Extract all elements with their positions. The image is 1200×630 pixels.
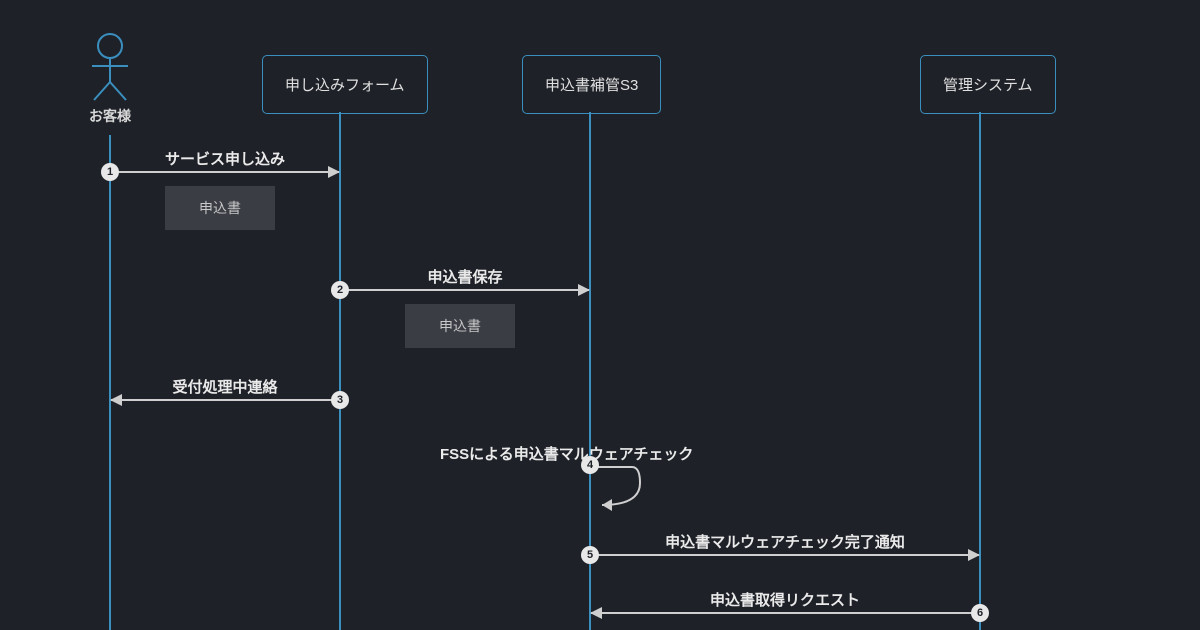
participant-s3: 申込書補管S3: [522, 55, 661, 114]
actor-customer: お客様: [88, 32, 132, 126]
lifeline-form: [339, 112, 341, 630]
message-arrow: [341, 289, 589, 291]
message-arrow: [111, 399, 339, 401]
message-note: 申込書: [405, 304, 515, 348]
message-label: サービス申し込み: [161, 148, 289, 169]
arrow-head-icon: [578, 284, 590, 296]
seq-badge: 6: [971, 604, 989, 622]
seq-badge: 3: [331, 391, 349, 409]
actor-icon: [88, 32, 132, 102]
participant-form: 申し込みフォーム: [262, 55, 428, 114]
arrow-head-icon: [328, 166, 340, 178]
lifeline-customer: [109, 135, 111, 630]
sequence-diagram: お客様 申し込みフォーム 申込書補管S3 管理システム 1 サービス申し込み申込書…: [0, 0, 1200, 630]
message-note: 申込書: [165, 186, 275, 230]
message-label: FSSによる申込書マルウェアチェック: [440, 443, 693, 464]
message-arrow: [111, 171, 339, 173]
message-label: 申込書取得リクエスト: [705, 589, 865, 610]
seq-badge: 4: [581, 456, 599, 474]
seq-badge: 2: [331, 281, 349, 299]
message-arrow: [591, 612, 979, 614]
participant-admin: 管理システム: [920, 55, 1056, 114]
actor-label: お客様: [88, 106, 132, 126]
seq-badge: 5: [581, 546, 599, 564]
seq-badge: 1: [101, 163, 119, 181]
arrow-head-icon: [110, 394, 122, 406]
message-arrow: [591, 554, 979, 556]
message-label: 申込書マルウェアチェック完了通知: [657, 531, 913, 552]
arrow-head-icon: [590, 607, 602, 619]
arrow-head-icon: [968, 549, 980, 561]
message-label: 受付処理中連絡: [169, 376, 281, 397]
message-label: 申込書保存: [425, 266, 505, 287]
self-loop-icon: [590, 465, 650, 530]
